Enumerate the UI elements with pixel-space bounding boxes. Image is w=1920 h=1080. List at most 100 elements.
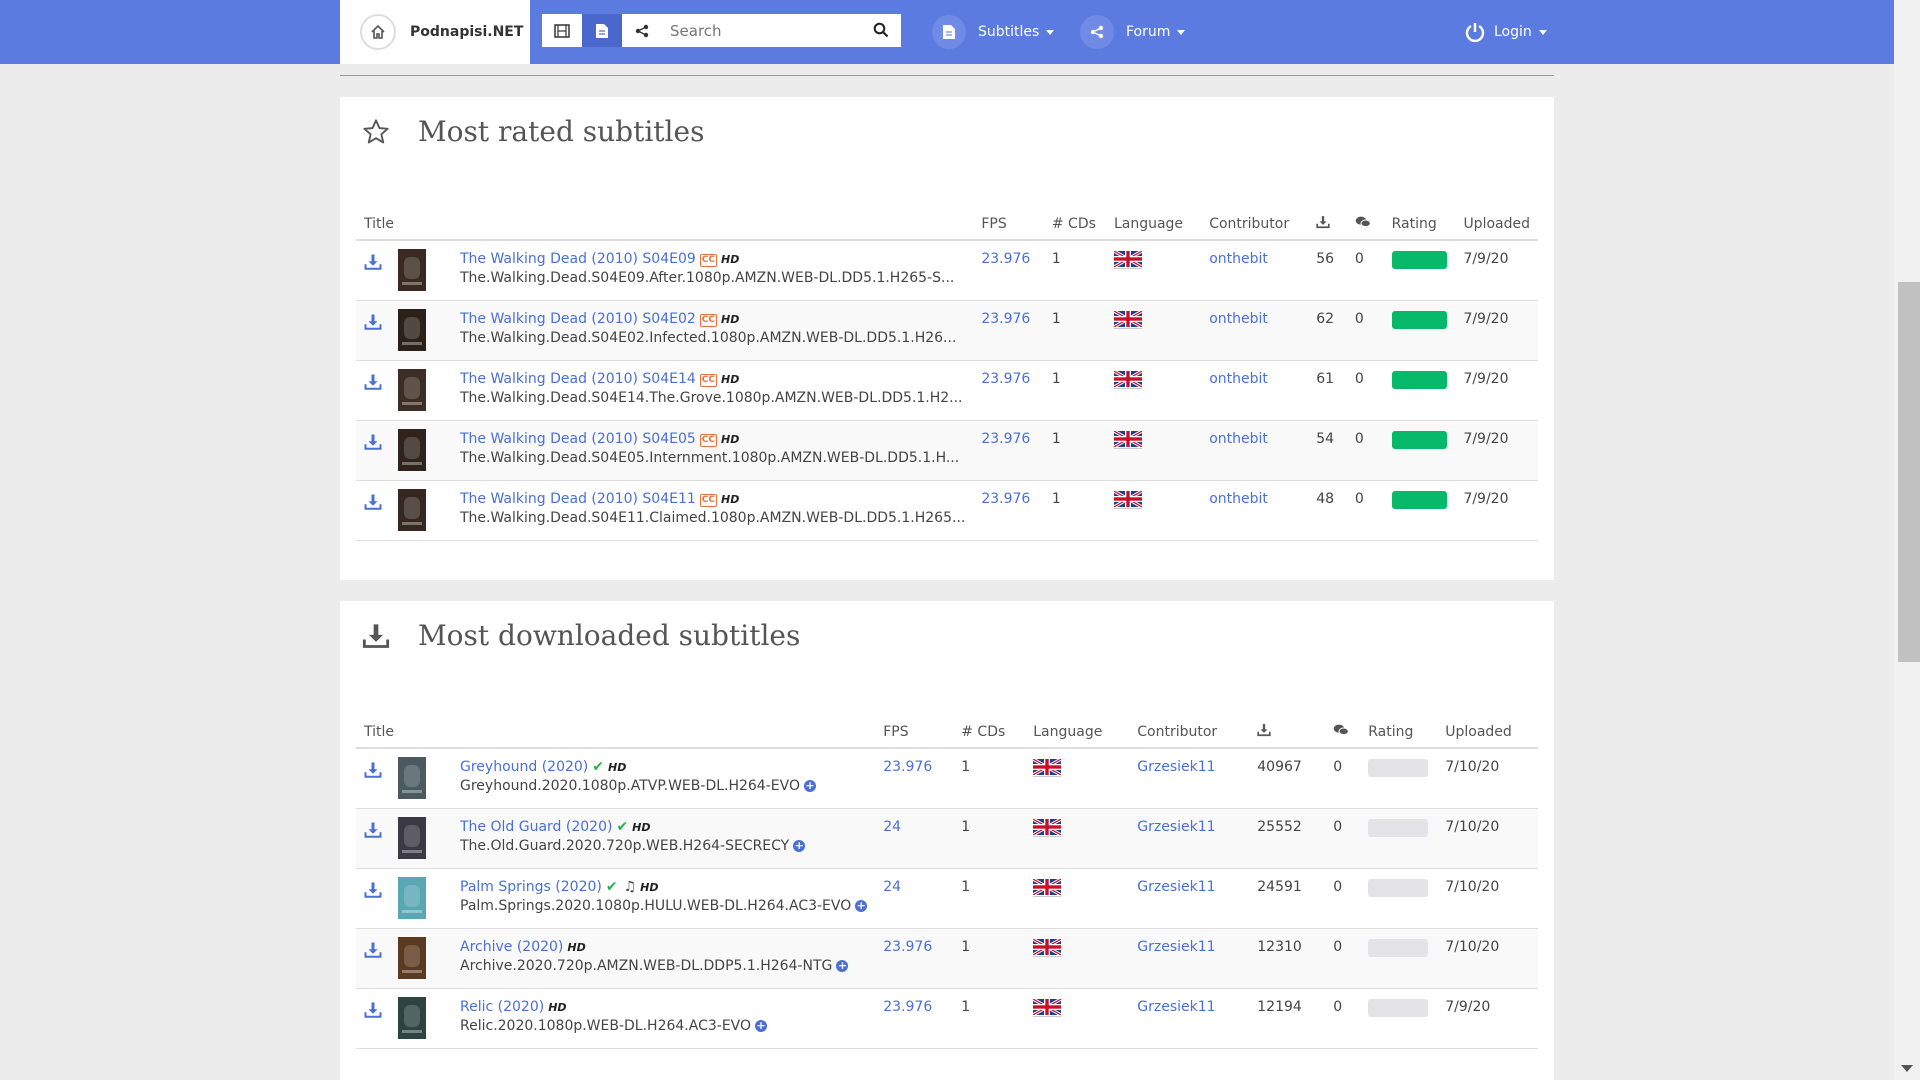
col-title[interactable]: Title xyxy=(356,716,876,749)
hd-badge: HD xyxy=(721,492,740,506)
poster-thumbnail[interactable] xyxy=(398,816,460,863)
download-icon[interactable] xyxy=(364,881,390,923)
fps-link[interactable]: 24 xyxy=(883,879,901,895)
poster-thumbnail[interactable] xyxy=(398,488,460,535)
col-language[interactable]: Language xyxy=(1105,208,1202,241)
col-rating[interactable]: Rating xyxy=(1360,716,1438,749)
forum-menu[interactable]: Forum xyxy=(1080,14,1186,50)
fps-link[interactable]: 23.976 xyxy=(981,371,1030,387)
login-menu[interactable]: Login xyxy=(1464,14,1547,50)
most-rated-table: Title FPS # CDs Language Contributor Rat… xyxy=(356,208,1538,541)
scrollbar-thumb[interactable] xyxy=(1898,282,1920,662)
col-language[interactable]: Language xyxy=(1025,716,1130,749)
col-uploaded[interactable]: Uploaded xyxy=(1455,208,1538,241)
download-icon[interactable] xyxy=(364,941,390,983)
fps-link[interactable]: 23.976 xyxy=(981,431,1030,447)
download-icon[interactable] xyxy=(364,761,390,803)
contributor-link[interactable]: onthebit xyxy=(1209,251,1268,267)
uploaded-date: 7/10/20 xyxy=(1437,868,1538,929)
share-mode-button[interactable] xyxy=(622,14,662,47)
poster-thumbnail[interactable] xyxy=(398,368,460,415)
subtitle-title-link[interactable]: The Walking Dead (2010) S04E11 xyxy=(460,491,696,507)
contributor-link[interactable]: onthebit xyxy=(1209,431,1268,447)
col-downloads[interactable] xyxy=(1308,208,1347,241)
col-contributor[interactable]: Contributor xyxy=(1129,716,1250,749)
subtitle-title-link[interactable]: The Walking Dead (2010) S04E02 xyxy=(460,311,696,327)
col-contributor[interactable]: Contributor xyxy=(1201,208,1309,241)
col-downloads[interactable] xyxy=(1249,716,1326,749)
hd-badge: HD xyxy=(567,940,586,954)
download-icon[interactable] xyxy=(364,313,390,355)
subtitle-title-link[interactable]: The Walking Dead (2010) S04E14 xyxy=(460,371,696,387)
fps-link[interactable]: 23.976 xyxy=(883,999,932,1015)
subtitles-menu[interactable]: Subtitles xyxy=(932,14,1055,50)
col-cds[interactable]: # CDs xyxy=(1043,208,1106,241)
comments-count: 0 xyxy=(1325,988,1361,1049)
download-icon[interactable] xyxy=(364,821,390,863)
col-rating[interactable]: Rating xyxy=(1383,208,1456,241)
contributor-link[interactable]: onthebit xyxy=(1209,371,1268,387)
fps-link[interactable]: 23.976 xyxy=(981,251,1030,267)
subtitle-mode-button[interactable] xyxy=(582,14,622,47)
subtitle-title-link[interactable]: Archive (2020) xyxy=(460,939,563,955)
plus-circle-icon[interactable]: + xyxy=(855,899,868,912)
film-mode-button[interactable] xyxy=(542,14,582,47)
closed-captions-badge: CC xyxy=(699,373,718,387)
poster-thumbnail[interactable] xyxy=(398,757,460,803)
plus-circle-icon[interactable]: + xyxy=(793,839,806,852)
rating-bar xyxy=(1368,998,1429,1017)
fps-link[interactable]: 23.976 xyxy=(883,939,932,955)
col-fps[interactable]: FPS xyxy=(973,208,1044,241)
plus-circle-icon[interactable]: + xyxy=(836,959,849,972)
scrollbar[interactable] xyxy=(1894,0,1920,1080)
poster-thumbnail[interactable] xyxy=(398,876,460,923)
subtitle-title-link[interactable]: The Walking Dead (2010) S04E09 xyxy=(460,251,696,267)
fps-link[interactable]: 24 xyxy=(883,819,901,835)
col-title[interactable]: Title xyxy=(356,208,974,241)
search-icon[interactable] xyxy=(873,22,889,42)
download-icon[interactable] xyxy=(364,373,390,415)
contributor-link[interactable]: Grzesiek11 xyxy=(1137,759,1215,775)
plus-circle-icon[interactable]: + xyxy=(755,1019,768,1032)
poster-thumbnail[interactable] xyxy=(398,428,460,475)
subtitle-title-link[interactable]: The Walking Dead (2010) S04E05 xyxy=(460,431,696,447)
fps-link[interactable]: 23.976 xyxy=(981,311,1030,327)
download-icon[interactable] xyxy=(364,1001,390,1043)
contributor-link[interactable]: Grzesiek11 xyxy=(1137,999,1215,1015)
document-icon xyxy=(932,15,966,49)
contributor-link[interactable]: Grzesiek11 xyxy=(1137,939,1215,955)
contributor-link[interactable]: Grzesiek11 xyxy=(1137,879,1215,895)
poster-thumbnail[interactable] xyxy=(398,308,460,355)
col-comments[interactable] xyxy=(1325,716,1361,749)
subtitle-title-link[interactable]: The Old Guard (2020) xyxy=(460,819,612,835)
poster-thumbnail[interactable] xyxy=(398,996,460,1043)
download-icon[interactable] xyxy=(364,253,390,295)
downloads-count: 40967 xyxy=(1249,748,1326,809)
search-input[interactable] xyxy=(670,15,870,46)
brand-name[interactable]: Podnapisi.NET xyxy=(410,24,523,40)
divider xyxy=(340,75,1554,76)
fps-link[interactable]: 23.976 xyxy=(981,491,1030,507)
brand[interactable]: Podnapisi.NET xyxy=(340,0,530,64)
comment-icon xyxy=(1333,724,1350,741)
contributor-link[interactable]: onthebit xyxy=(1209,311,1268,327)
poster-thumbnail[interactable] xyxy=(398,936,460,983)
download-icon[interactable] xyxy=(364,493,390,535)
contributor-link[interactable]: onthebit xyxy=(1209,491,1268,507)
subtitle-title-link[interactable]: Palm Springs (2020) xyxy=(460,879,602,895)
plus-circle-icon[interactable]: + xyxy=(803,780,816,792)
poster-thumbnail[interactable] xyxy=(398,249,460,295)
document-icon xyxy=(596,23,608,38)
download-icon[interactable] xyxy=(364,433,390,475)
home-icon[interactable] xyxy=(360,14,396,50)
col-uploaded[interactable]: Uploaded xyxy=(1437,716,1538,749)
contributor-link[interactable]: Grzesiek11 xyxy=(1137,819,1215,835)
subtitle-title-link[interactable]: Greyhound (2020) xyxy=(460,759,588,775)
uk-flag-icon xyxy=(1113,251,1193,269)
col-fps[interactable]: FPS xyxy=(875,716,954,749)
subtitle-title-link[interactable]: Relic (2020) xyxy=(460,999,544,1015)
col-comments[interactable] xyxy=(1346,208,1384,241)
fps-link[interactable]: 23.976 xyxy=(883,759,932,775)
scroll-down-arrow-icon[interactable] xyxy=(1901,1065,1913,1072)
col-cds[interactable]: # CDs xyxy=(953,716,1026,749)
